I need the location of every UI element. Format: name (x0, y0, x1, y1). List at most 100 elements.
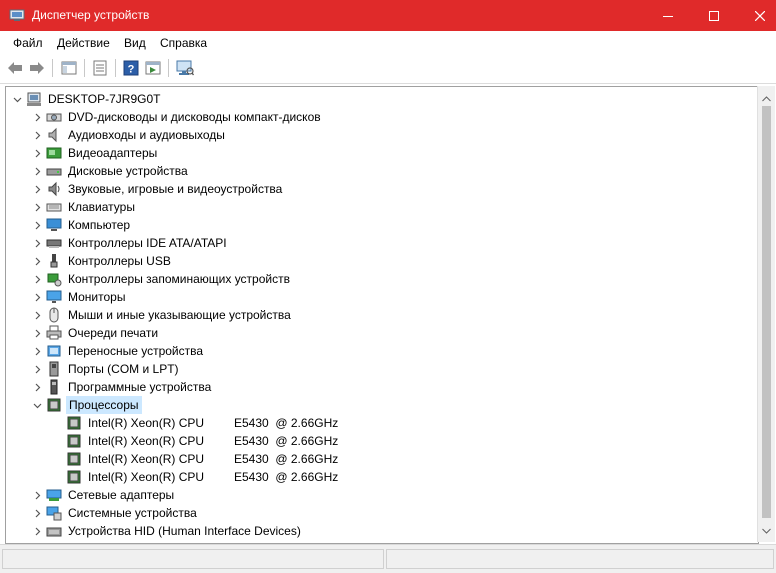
ide-controller-icon (46, 235, 62, 251)
processor-item[interactable]: Intel(R) Xeon(R) CPU E5430 @ 2.66GHz (66, 414, 340, 432)
dvd-drive-icon (46, 109, 62, 125)
expand-chevron-icon[interactable] (32, 346, 42, 356)
maximize-button[interactable] (691, 0, 737, 31)
processor-icon (66, 451, 82, 467)
tree-category-label: Процессоры (66, 396, 142, 414)
processor-item[interactable]: Intel(R) Xeon(R) CPU E5430 @ 2.66GHz (66, 432, 340, 450)
svg-text:?: ? (128, 64, 135, 76)
tree-category-label: Очереди печати (68, 326, 159, 340)
expand-chevron-icon[interactable] (32, 148, 42, 158)
expand-chevron-icon[interactable] (32, 202, 42, 212)
processor-item[interactable]: Intel(R) Xeon(R) CPU E5430 @ 2.66GHz (66, 468, 340, 486)
tree-category-label: Контроллеры запоминающих устройств (68, 272, 290, 286)
processor-item[interactable]: Intel(R) Xeon(R) CPU E5430 @ 2.66GHz (66, 450, 340, 468)
tree-category[interactable]: Компьютер (32, 216, 132, 234)
device-manager-app-icon[interactable] (9, 8, 25, 22)
status-pane-main (2, 549, 384, 569)
help-icon[interactable]: ? (121, 58, 141, 78)
scroll-down-icon[interactable] (762, 523, 771, 537)
processor-model: E5430 @ 2.66GHz (234, 452, 339, 466)
back-arrow-icon[interactable] (5, 58, 25, 78)
device-tree[interactable]: DESKTOP-7JR9G0T DVD-дисководы и дисковод… (5, 86, 759, 544)
run-icon[interactable] (143, 58, 163, 78)
tree-category[interactable]: Процессоры (32, 396, 142, 414)
tree-category[interactable]: Контроллеры USB (32, 252, 173, 270)
tree-category[interactable]: Устройства HID (Human Interface Devices) (32, 522, 303, 540)
vertical-scrollbar[interactable] (757, 86, 775, 542)
expand-chevron-icon[interactable] (32, 292, 42, 302)
toolbar-separator (168, 59, 169, 77)
processor-icon (66, 433, 82, 449)
tree-category[interactable]: Контроллеры запоминающих устройств (32, 270, 292, 288)
disk-drive-icon (46, 163, 62, 179)
processor-model: E5430 @ 2.66GHz (234, 434, 339, 448)
tree-category[interactable]: Переносные устройства (32, 342, 205, 360)
tree-category-label: Дисковые устройства (68, 164, 188, 178)
tree-category-label: Контроллеры USB (68, 254, 171, 268)
forward-arrow-icon[interactable] (27, 58, 47, 78)
show-hide-tree-icon[interactable] (59, 58, 79, 78)
menu-view[interactable]: Вид (124, 36, 146, 50)
scroll-thumb[interactable] (762, 106, 771, 518)
tree-category[interactable]: Системные устройства (32, 504, 199, 522)
expand-chevron-icon[interactable] (32, 508, 42, 518)
expand-chevron-icon[interactable] (32, 256, 42, 266)
tree-category[interactable]: Мыши и иные указывающие устройства (32, 306, 293, 324)
expand-chevron-icon[interactable] (32, 274, 42, 284)
toolbar-separator (52, 59, 53, 77)
expand-chevron-icon[interactable] (32, 364, 42, 374)
computer-root-icon (26, 91, 42, 107)
tree-root[interactable]: DESKTOP-7JR9G0T (12, 90, 162, 108)
expand-chevron-icon[interactable] (32, 526, 42, 536)
tree-category[interactable]: Видеоадаптеры (32, 144, 159, 162)
mouse-icon (46, 307, 62, 323)
processor-model: E5430 @ 2.66GHz (234, 470, 339, 484)
tree-category[interactable]: Программные устройства (32, 378, 213, 396)
expand-chevron-icon[interactable] (32, 220, 42, 230)
tree-category-label: Клавиатуры (68, 200, 135, 214)
tree-category[interactable]: Дисковые устройства (32, 162, 190, 180)
sound-device-icon (46, 181, 62, 197)
tree-category[interactable]: Порты (COM и LPT) (32, 360, 181, 378)
collapse-chevron-icon[interactable] (32, 400, 42, 410)
tree-category[interactable]: Очереди печати (32, 324, 160, 342)
tree-category[interactable]: Аудиовходы и аудиовыходы (32, 126, 227, 144)
menu-action[interactable]: Действие (57, 36, 110, 50)
keyboard-icon (46, 199, 62, 215)
expand-chevron-icon[interactable] (32, 130, 42, 140)
tree-category-label: Контроллеры IDE ATA/ATAPI (68, 236, 227, 250)
toolbar-separator (115, 59, 116, 77)
collapse-chevron-icon[interactable] (12, 94, 22, 104)
tree-category-label: Аудиовходы и аудиовыходы (68, 128, 225, 142)
tree-category[interactable]: Клавиатуры (32, 198, 137, 216)
menu-file[interactable]: Файл (13, 36, 43, 50)
tree-category-label: DVD-дисководы и дисководы компакт-дисков (68, 110, 321, 124)
tree-category[interactable]: DVD-дисководы и дисководы компакт-дисков (32, 108, 323, 126)
expand-chevron-icon[interactable] (32, 238, 42, 248)
expand-chevron-icon[interactable] (32, 112, 42, 122)
scroll-up-icon[interactable] (762, 91, 771, 105)
tree-category[interactable]: Звуковые, игровые и видеоустройства (32, 180, 284, 198)
properties-icon[interactable] (90, 58, 110, 78)
network-adapter-icon (46, 487, 62, 503)
menu-bar: Файл Действие Вид Справка (0, 31, 776, 53)
tree-category-label: Компьютер (68, 218, 131, 232)
tree-category[interactable]: Контроллеры IDE ATA/ATAPI (32, 234, 229, 252)
scan-hardware-icon[interactable] (175, 58, 195, 78)
minimize-button[interactable] (645, 0, 691, 31)
portable-device-icon (46, 343, 62, 359)
tree-category[interactable]: Мониторы (32, 288, 127, 306)
expand-chevron-icon[interactable] (32, 310, 42, 320)
close-button[interactable] (737, 0, 776, 31)
expand-chevron-icon[interactable] (32, 328, 42, 338)
expand-chevron-icon[interactable] (32, 166, 42, 176)
tree-category[interactable]: Сетевые адаптеры (32, 486, 176, 504)
printer-icon (46, 325, 62, 341)
title-bar: Диспетчер устройств (0, 0, 776, 31)
root-label: DESKTOP-7JR9G0T (48, 92, 161, 106)
expand-chevron-icon[interactable] (32, 382, 42, 392)
tree-category-label: Сетевые адаптеры (68, 488, 175, 502)
expand-chevron-icon[interactable] (32, 490, 42, 500)
menu-help[interactable]: Справка (160, 36, 207, 50)
expand-chevron-icon[interactable] (32, 184, 42, 194)
